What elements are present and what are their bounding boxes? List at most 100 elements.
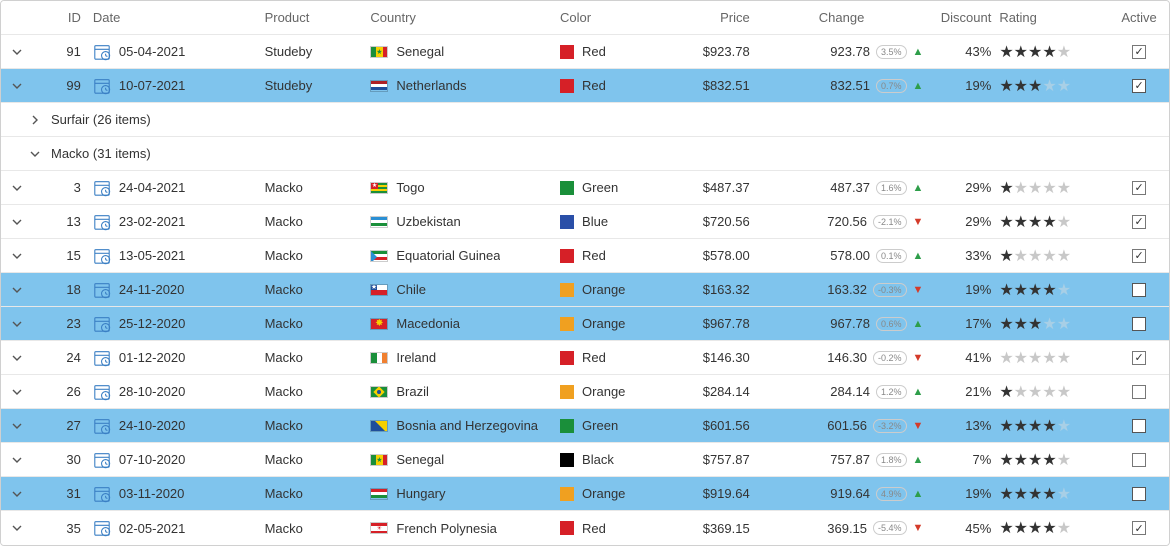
- color-text: Green: [582, 418, 618, 433]
- active-checkbox[interactable]: ✓: [1132, 249, 1146, 263]
- header-change[interactable]: Change: [760, 10, 930, 25]
- row-expand[interactable]: [1, 454, 33, 466]
- change-pct: 1.8%: [876, 453, 907, 467]
- star-icon: ★: [1057, 382, 1071, 402]
- active-checkbox[interactable]: [1132, 385, 1146, 399]
- calendar-icon: [93, 315, 111, 333]
- table-row[interactable]: 13 23-02-2021 Macko Uzbekistan Blue $720…: [1, 205, 1169, 239]
- cell-rating[interactable]: ★★★★★: [999, 246, 1109, 266]
- cell-rating[interactable]: ★★★★★: [999, 518, 1109, 538]
- row-expand[interactable]: [1, 488, 33, 500]
- cell-rating[interactable]: ★★★★★: [999, 348, 1109, 368]
- cell-discount: 29%: [929, 180, 999, 195]
- header-color[interactable]: Color: [560, 10, 660, 25]
- row-expand[interactable]: [1, 386, 33, 398]
- header-discount[interactable]: Discount: [929, 10, 999, 25]
- trend-up-icon: ▲: [913, 454, 924, 466]
- cell-change: 923.78 3.5% ▲: [760, 44, 930, 59]
- cell-price: $146.30: [660, 350, 760, 365]
- cell-date: 02-05-2021: [93, 519, 265, 537]
- header-rating[interactable]: Rating: [999, 10, 1109, 25]
- header-date[interactable]: Date: [93, 10, 265, 25]
- active-checkbox[interactable]: ✓: [1132, 181, 1146, 195]
- active-checkbox[interactable]: ✓: [1132, 45, 1146, 59]
- active-checkbox[interactable]: [1132, 453, 1146, 467]
- table-row[interactable]: 26 28-10-2020 Macko Brazil Orange $284.1…: [1, 375, 1169, 409]
- row-expand[interactable]: [1, 250, 33, 262]
- row-expand[interactable]: [1, 216, 33, 228]
- header-product[interactable]: Product: [265, 10, 371, 25]
- cell-product: Macko: [265, 384, 371, 399]
- cell-country: ☀ French Polynesia: [370, 521, 560, 536]
- table-row[interactable]: 35 02-05-2021 Macko ☀ French Polynesia R…: [1, 511, 1169, 545]
- date-text: 24-11-2020: [119, 282, 185, 297]
- cell-rating[interactable]: ★★★★★: [999, 280, 1109, 300]
- cell-date: 01-12-2020: [93, 349, 265, 367]
- cell-rating[interactable]: ★★★★★: [999, 484, 1109, 504]
- cell-rating[interactable]: ★★★★★: [999, 178, 1109, 198]
- flag-icon: [370, 216, 388, 228]
- active-checkbox[interactable]: [1132, 487, 1146, 501]
- cell-price: $163.32: [660, 282, 760, 297]
- row-expand[interactable]: [1, 284, 33, 296]
- active-checkbox[interactable]: ✓: [1132, 351, 1146, 365]
- table-row[interactable]: 24 01-12-2020 Macko Ireland Red $146.30 …: [1, 341, 1169, 375]
- change-pct: -0.3%: [873, 283, 907, 297]
- group-row[interactable]: Macko (31 items): [1, 137, 1169, 171]
- group-row[interactable]: Surfair (26 items): [1, 103, 1169, 137]
- table-row[interactable]: 30 07-10-2020 Macko ★ Senegal Black $757…: [1, 443, 1169, 477]
- cell-rating[interactable]: ★★★★★: [999, 314, 1109, 334]
- active-checkbox[interactable]: [1132, 419, 1146, 433]
- star-icon: ★: [1042, 348, 1056, 368]
- table-row[interactable]: 31 03-11-2020 Macko Hungary Orange $919.…: [1, 477, 1169, 511]
- cell-rating[interactable]: ★★★★★: [999, 42, 1109, 62]
- cell-rating[interactable]: ★★★★★: [999, 416, 1109, 436]
- calendar-icon: [93, 179, 111, 197]
- table-row[interactable]: 99 10-07-2021 Studeby Netherlands Red $8…: [1, 69, 1169, 103]
- active-checkbox[interactable]: ✓: [1132, 215, 1146, 229]
- table-row[interactable]: 91 05-04-2021 Studeby ★ Senegal Red $923…: [1, 35, 1169, 69]
- chevron-down-icon: [11, 454, 23, 466]
- table-row[interactable]: 15 13-05-2021 Macko Equatorial Guinea Re…: [1, 239, 1169, 273]
- color-swatch: [560, 79, 574, 93]
- star-icon: ★: [1014, 246, 1028, 266]
- header-active[interactable]: Active: [1109, 10, 1169, 25]
- row-expand[interactable]: [1, 352, 33, 364]
- cell-rating[interactable]: ★★★★★: [999, 450, 1109, 470]
- cell-country: ✸ Macedonia: [370, 316, 560, 331]
- country-text: Ireland: [396, 350, 436, 365]
- cell-rating[interactable]: ★★★★★: [999, 76, 1109, 96]
- color-text: Orange: [582, 486, 625, 501]
- active-checkbox[interactable]: ✓: [1132, 79, 1146, 93]
- table-row[interactable]: 23 25-12-2020 Macko ✸ Macedonia Orange $…: [1, 307, 1169, 341]
- header-country[interactable]: Country: [370, 10, 560, 25]
- color-text: Red: [582, 521, 606, 536]
- star-icon: ★: [999, 484, 1013, 504]
- active-checkbox[interactable]: [1132, 317, 1146, 331]
- active-checkbox[interactable]: ✓: [1132, 521, 1146, 535]
- row-expand[interactable]: [1, 318, 33, 330]
- cell-change: 163.32 -0.3% ▼: [760, 282, 930, 297]
- star-icon: ★: [999, 178, 1013, 198]
- cell-discount: 19%: [929, 282, 999, 297]
- cell-rating[interactable]: ★★★★★: [999, 212, 1109, 232]
- star-icon: ★: [1028, 280, 1042, 300]
- table-row[interactable]: 18 24-11-2020 Macko ★ Chile Orange $163.…: [1, 273, 1169, 307]
- cell-rating[interactable]: ★★★★★: [999, 382, 1109, 402]
- table-row[interactable]: 3 24-04-2021 Macko ★ Togo Green $487.37 …: [1, 171, 1169, 205]
- header-price[interactable]: Price: [660, 10, 760, 25]
- row-expand[interactable]: [1, 46, 33, 58]
- country-text: Chile: [396, 282, 426, 297]
- row-expand[interactable]: [1, 80, 33, 92]
- table-row[interactable]: 27 24-10-2020 Macko Bosnia and Herzegovi…: [1, 409, 1169, 443]
- flag-icon: [370, 80, 388, 92]
- star-icon: ★: [1042, 484, 1056, 504]
- row-expand[interactable]: [1, 182, 33, 194]
- cell-change: 720.56 -2.1% ▼: [760, 214, 930, 229]
- star-icon: ★: [1028, 42, 1042, 62]
- header-id[interactable]: ID: [33, 10, 93, 25]
- row-expand[interactable]: [1, 522, 33, 534]
- active-checkbox[interactable]: [1132, 283, 1146, 297]
- cell-product: Macko: [265, 486, 371, 501]
- row-expand[interactable]: [1, 420, 33, 432]
